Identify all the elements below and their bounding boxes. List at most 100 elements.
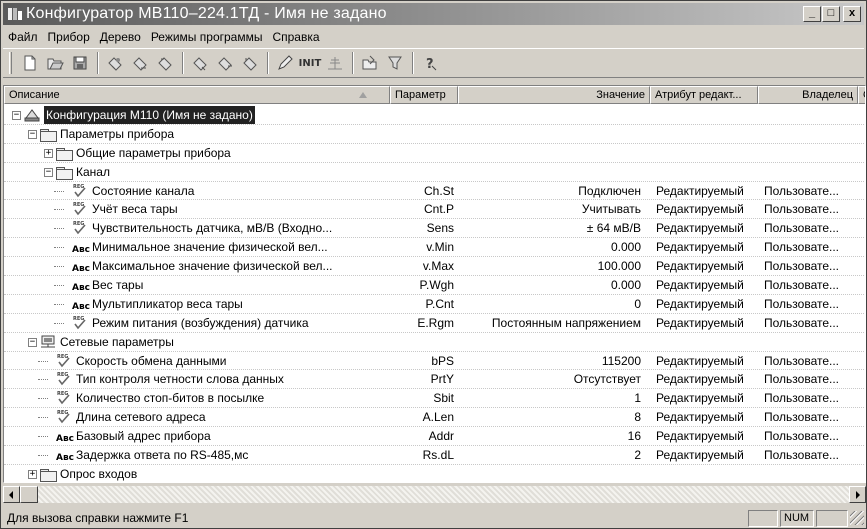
device-read-all-icon[interactable]	[188, 51, 212, 75]
row-value[interactable]	[458, 333, 646, 351]
menu-program-modes[interactable]: Режимы программы	[146, 30, 268, 44]
tree-row[interactable]: Авс Максимальное значение физической вел.…	[4, 257, 865, 277]
row-parameter: v.Min	[426, 240, 454, 255]
tree-row[interactable]: REG Количество стоп-битов в посылке Sbit 1 Р…	[4, 389, 865, 409]
row-value[interactable]: ± 64 мВ/В	[458, 219, 646, 237]
tree-row[interactable]: Авс Задержка ответа по RS-485,мс Rs.dL 2 Ред…	[4, 446, 865, 465]
row-value[interactable]: 0.000	[458, 276, 646, 294]
tree-row[interactable]: REG Тип контроля четности слова данных Prt…	[4, 370, 865, 390]
minimize-button[interactable]: _	[803, 6, 821, 22]
row-description-cell: REG Состояние канала	[4, 182, 390, 200]
tree-row[interactable]: REG Скорость обмена данными bPS 115200 Редак…	[4, 352, 865, 371]
expand-icon[interactable]: +	[44, 148, 53, 158]
tree-row[interactable]: REG Состояние канала Ch.St Подключен Редакти…	[4, 182, 865, 201]
tree-row[interactable]: Авс Мультипликатор веса тары P.Cnt 0 Редакти…	[4, 295, 865, 314]
tree-row[interactable]: − Канал	[4, 163, 865, 182]
collapse-icon[interactable]: −	[12, 111, 21, 120]
tree-row[interactable]: REG Учёт веса тары Cnt.P Учитывать Редактиру…	[4, 200, 865, 220]
tree-row[interactable]: + Опрос входов	[4, 465, 865, 482]
menu-file[interactable]: Файл	[3, 30, 43, 44]
filter-icon[interactable]	[383, 51, 407, 75]
column-header-extra[interactable]: О	[858, 86, 865, 104]
device-check-icon[interactable]	[238, 51, 262, 75]
device-read-icon[interactable]	[103, 51, 127, 75]
tree-row[interactable]: − Сетевые параметры	[4, 333, 865, 352]
scroll-thumb[interactable]	[20, 486, 38, 503]
row-parameter: PrtY	[430, 372, 454, 387]
expand-icon[interactable]: +	[28, 469, 37, 479]
device-write-icon[interactable]	[128, 51, 152, 75]
save-file-icon[interactable]	[68, 51, 92, 75]
tree-row[interactable]: Авс Минимальное значение физической вел..…	[4, 238, 865, 258]
row-value[interactable]: 2	[458, 446, 646, 464]
row-value[interactable]: 16	[458, 427, 646, 445]
toolbar-grip[interactable]	[9, 52, 12, 74]
tree-connector	[38, 379, 48, 381]
row-value[interactable]	[458, 144, 646, 162]
status-pane-empty	[748, 509, 778, 527]
init-icon[interactable]: INIT	[298, 51, 322, 75]
column-header-description[interactable]: Описание	[4, 86, 390, 104]
row-owner: Пользовате...	[764, 410, 840, 425]
horizontal-scrollbar[interactable]	[3, 486, 866, 503]
tree-row[interactable]: Авс Базовый адрес прибора Addr 16 Редактируе…	[4, 427, 865, 447]
row-description-cell: − Параметры прибора	[4, 125, 390, 143]
row-description-cell: REG Режим питания (возбуждения) датчика	[4, 314, 390, 332]
tree-list-view[interactable]: Описание Параметр Значение Атрибут редак…	[3, 85, 866, 483]
collapse-icon[interactable]: −	[28, 337, 37, 347]
row-value[interactable]: Отсутствует	[458, 370, 646, 388]
row-parameter: P.Cnt	[425, 296, 454, 311]
device-write-all-icon[interactable]	[213, 51, 237, 75]
row-description: Базовый адрес прибора	[76, 429, 211, 444]
row-value[interactable]: 0	[458, 295, 646, 313]
sort-ascending-icon	[359, 92, 367, 98]
tree-row[interactable]: − Параметры прибора	[4, 125, 865, 144]
row-value[interactable]: 100.000	[458, 257, 646, 275]
resize-grip[interactable]	[850, 511, 864, 525]
new-file-icon[interactable]	[18, 51, 42, 75]
open-file-icon[interactable]	[43, 51, 67, 75]
tree-row[interactable]: − Конфигурация М110 (Имя не задано)	[4, 106, 865, 125]
column-header-owner[interactable]: Владелец	[758, 86, 858, 104]
close-button[interactable]: x	[843, 6, 861, 22]
tree-row[interactable]: REG Режим питания (возбуждения) датчика E.…	[4, 314, 865, 333]
row-value[interactable]: 0.000	[458, 238, 646, 256]
menu-device[interactable]: Прибор	[43, 30, 95, 44]
maximize-button[interactable]: □	[822, 6, 840, 22]
row-description: Скорость обмена данными	[76, 353, 227, 368]
edit-icon[interactable]	[273, 51, 297, 75]
tree-row[interactable]: Авс Вес тары P.Wgh 0.000 Редактируемый Пользо…	[4, 276, 865, 295]
collapse-icon[interactable]: −	[28, 129, 37, 139]
row-value[interactable]: Учитывать	[458, 200, 646, 218]
column-header-value[interactable]: Значение	[458, 86, 650, 104]
row-value[interactable]	[458, 106, 646, 124]
menu-tree[interactable]: Дерево	[95, 30, 146, 44]
scroll-right-button[interactable]	[849, 486, 866, 503]
row-value[interactable]	[458, 125, 646, 143]
row-parameter: bPS	[431, 353, 454, 368]
tree-row[interactable]: REG Чувствительность датчика, мВ/В (Входн…	[4, 219, 865, 239]
row-value[interactable]: 115200	[458, 352, 646, 370]
collapse-icon[interactable]: −	[44, 167, 53, 177]
tree-row[interactable]: REG Длина сетевого адреса A.Len 8 Редактируе…	[4, 408, 865, 428]
row-value[interactable]: 1	[458, 389, 646, 407]
row-value[interactable]: Постоянным напряжением	[458, 314, 646, 332]
row-value[interactable]: 8	[458, 408, 646, 426]
title-bar[interactable]: Конфигуратор МВ110–224.1ТД - Имя не зада…	[3, 3, 864, 25]
column-header-parameter[interactable]: Параметр	[390, 86, 458, 104]
row-value[interactable]	[458, 163, 646, 181]
device-connect-icon[interactable]	[153, 51, 177, 75]
tree-row[interactable]: + Общие параметры прибора	[4, 144, 865, 163]
scroll-left-button[interactable]	[3, 486, 20, 503]
folder-icon	[56, 166, 73, 180]
column-header-edit-attribute[interactable]: Атрибут редакт...	[650, 86, 758, 104]
help-icon[interactable]: ?	[418, 51, 442, 75]
row-description: Конфигурация М110 (Имя не задано)	[44, 106, 255, 124]
row-owner: Пользовате...	[764, 278, 840, 293]
folder-open-icon[interactable]	[358, 51, 382, 75]
network-icon[interactable]	[323, 51, 347, 75]
scroll-track[interactable]	[38, 486, 849, 503]
row-value[interactable]	[458, 465, 646, 482]
menu-help[interactable]: Справка	[267, 30, 324, 44]
row-value[interactable]: Подключен	[458, 182, 646, 200]
